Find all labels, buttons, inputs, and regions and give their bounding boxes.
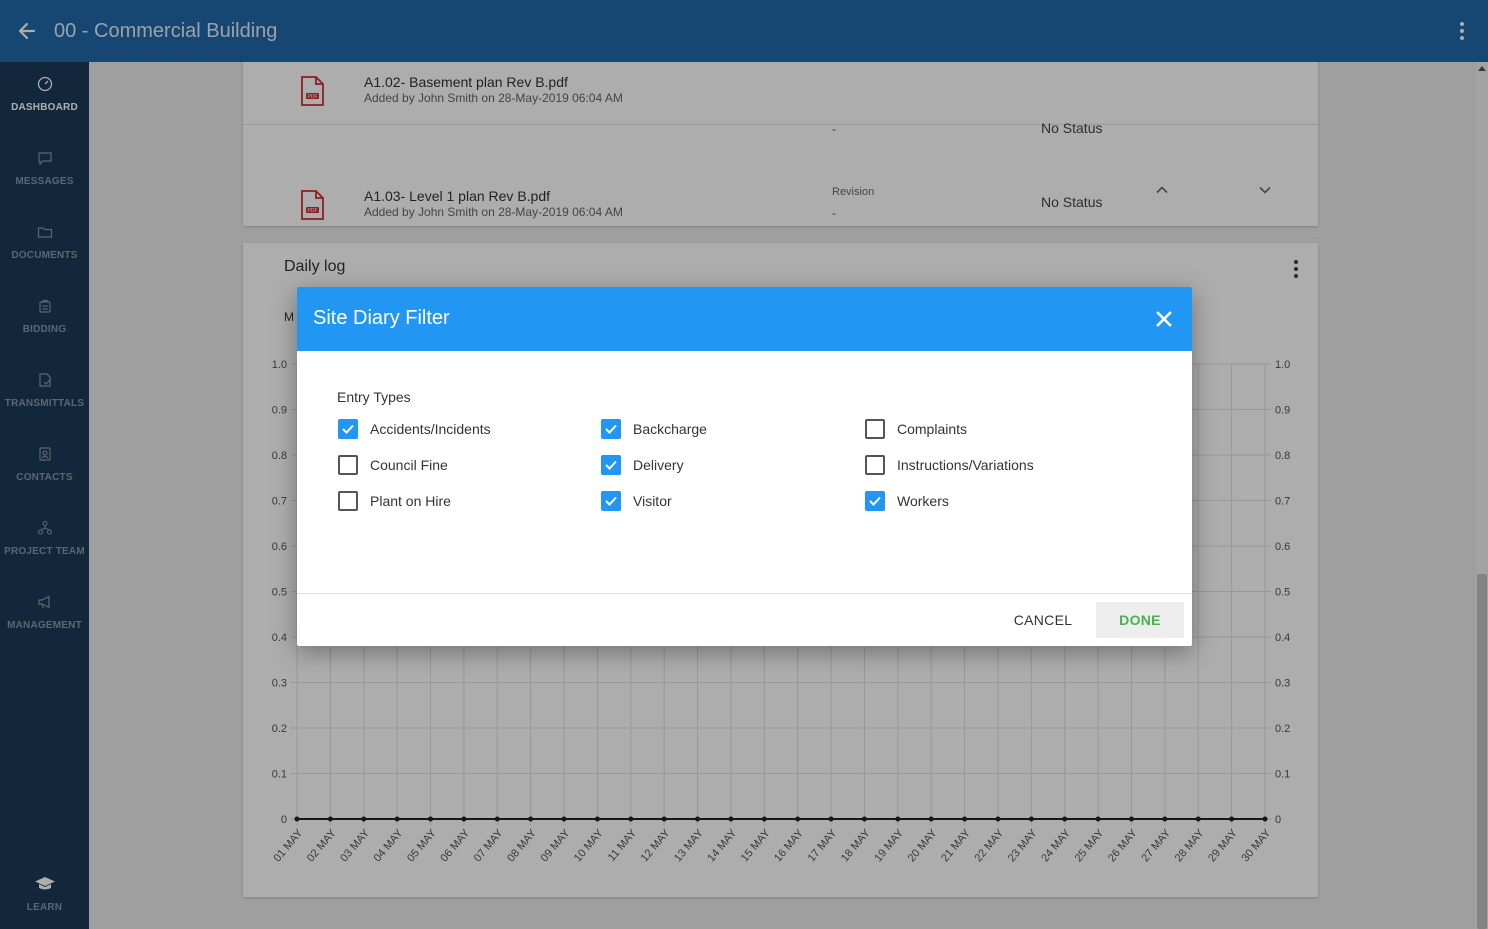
checkbox-instructions-variations[interactable]: Instructions/Variations [865,455,1034,475]
checkbox-unchecked-icon[interactable] [338,455,358,475]
checkmark-icon [605,424,617,434]
checkbox-label: Accidents/Incidents [370,421,491,437]
cancel-button[interactable]: CANCEL [1003,602,1083,638]
checkbox-label: Instructions/Variations [897,457,1034,473]
checkbox-label: Delivery [633,457,684,473]
checkbox-plant-on-hire[interactable]: Plant on Hire [338,491,451,511]
checkbox-label: Complaints [897,421,968,437]
checkbox-checked-icon[interactable] [865,491,885,511]
checkbox-checked-icon[interactable] [338,419,358,439]
checkbox-label: Backcharge [633,421,707,437]
checkbox-label: Workers [897,493,949,509]
dialog-header: Site Diary Filter [297,287,1192,351]
checkbox-checked-icon[interactable] [601,419,621,439]
checkbox-workers[interactable]: Workers [865,491,949,511]
checkbox-label: Plant on Hire [370,493,451,509]
checkmark-icon [605,460,617,470]
checkmark-icon [869,496,881,506]
checkbox-accidents-incidents[interactable]: Accidents/Incidents [338,419,491,439]
checkbox-checked-icon[interactable] [601,455,621,475]
checkbox-delivery[interactable]: Delivery [601,455,684,475]
checkbox-label: Visitor [633,493,672,509]
checkmark-icon [605,496,617,506]
checkbox-unchecked-icon[interactable] [338,491,358,511]
checkbox-unchecked-icon[interactable] [865,455,885,475]
checkbox-complaints[interactable]: Complaints [865,419,967,439]
checkbox-council-fine[interactable]: Council Fine [338,455,448,475]
checkbox-checked-icon[interactable] [601,491,621,511]
checkbox-label: Council Fine [370,457,448,473]
close-icon[interactable] [1154,309,1174,329]
done-button[interactable]: DONE [1096,602,1184,638]
checkbox-backcharge[interactable]: Backcharge [601,419,707,439]
checkbox-visitor[interactable]: Visitor [601,491,672,511]
checkmark-icon [342,424,354,434]
entry-types-label: Entry Types [337,389,411,405]
dialog-divider [297,593,1192,594]
checkbox-unchecked-icon[interactable] [865,419,885,439]
dialog-title: Site Diary Filter [313,307,450,329]
site-diary-filter-dialog: Site Diary Filter Entry Types Accidents/… [297,287,1192,646]
